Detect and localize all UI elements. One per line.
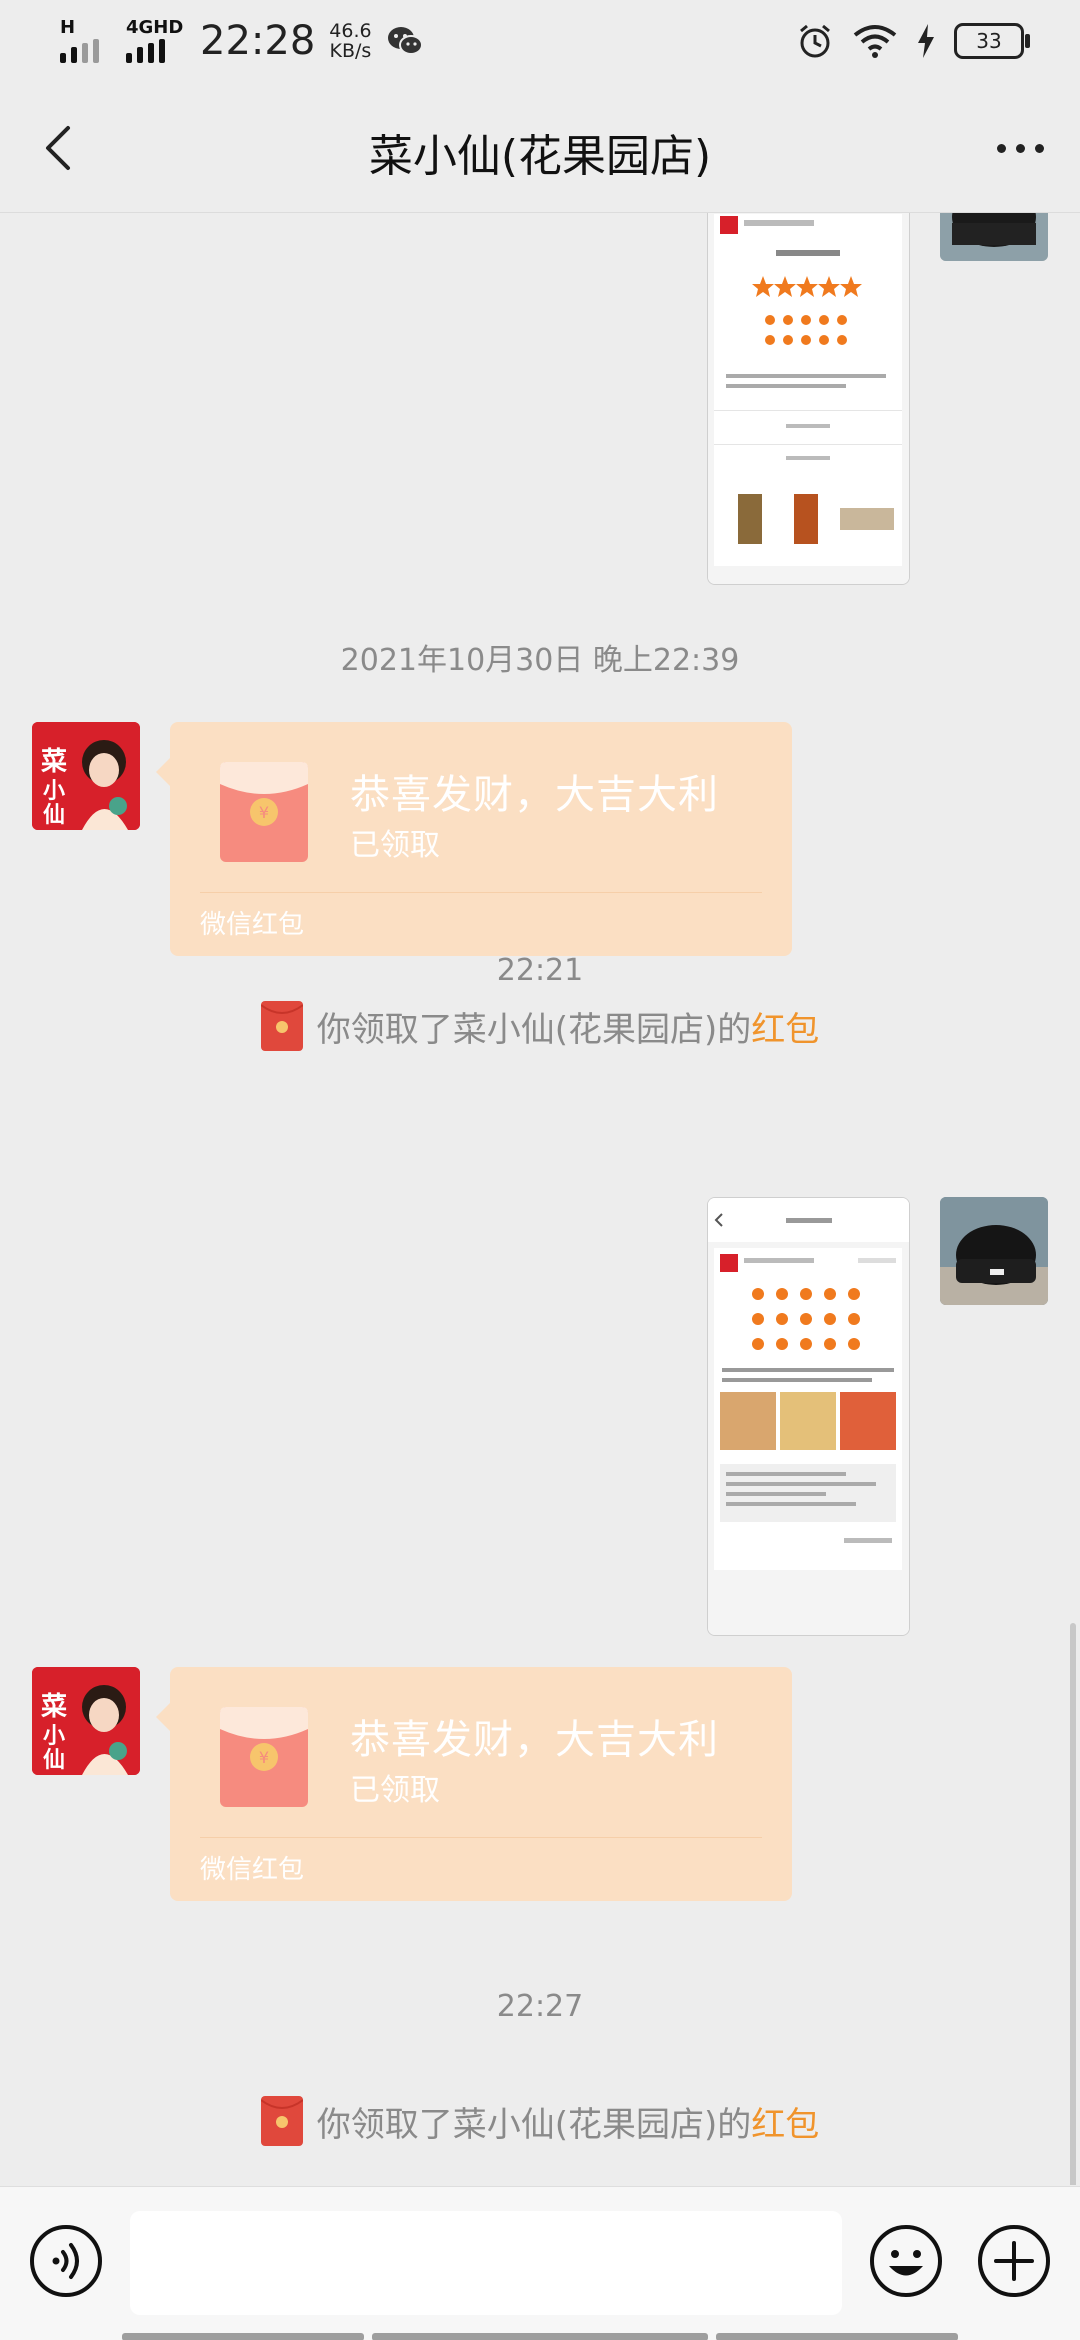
nav-bar: 菜小仙(花果园店) <box>0 84 1080 213</box>
red-packet-status: 已领取 <box>350 828 440 863</box>
hat-avatar-image <box>940 213 1048 261</box>
gesture-bar <box>372 2333 708 2340</box>
emoji-button[interactable] <box>868 2223 944 2299</box>
red-packet-message[interactable]: ¥ 恭喜发财，大吉大利 已领取 微信红包 <box>156 722 792 956</box>
svg-text:¥: ¥ <box>259 803 269 822</box>
divider <box>200 1837 762 1838</box>
more-dot <box>1034 143 1044 153</box>
voice-button[interactable] <box>28 2223 104 2299</box>
svg-text:菜: 菜 <box>40 747 67 777</box>
hat-avatar-image <box>940 1197 1048 1305</box>
timestamp: 22:21 <box>496 953 584 988</box>
image-message-2[interactable] <box>707 1197 910 1636</box>
system-notice: 你领取了菜小仙(花果园店)的 红包 <box>0 2096 1080 2146</box>
timestamp: 2021年10月30日 晚上22:39 <box>340 643 740 678</box>
svg-text:小: 小 <box>43 779 65 804</box>
gesture-bar <box>122 2333 364 2340</box>
charging-icon <box>918 24 934 58</box>
red-packet-small-icon <box>260 2096 303 2146</box>
merchant-avatar[interactable]: 菜 小 仙 <box>32 722 140 830</box>
wechat-icon <box>387 27 423 55</box>
more-button[interactable] <box>988 120 1052 176</box>
chat-area[interactable]: 2021年10月30日 晚上22:39 菜 小 仙 ¥ 恭喜发财，大吉大利 已领… <box>0 213 1080 2185</box>
timestamp: 22:27 <box>496 1989 584 2024</box>
notice-text: 你领取了菜小仙(花果园店)的 <box>316 2104 752 2145</box>
battery-indicator: 33 <box>954 23 1030 59</box>
merchant-logo-image: 菜 小 仙 <box>32 1667 140 1775</box>
more-functions-button[interactable] <box>976 2223 1052 2299</box>
red-packet-brand: 微信红包 <box>200 910 305 940</box>
svg-text:菜: 菜 <box>40 1692 67 1722</box>
scrollbar[interactable] <box>1070 1623 1076 2185</box>
signal-icon-2: 4GHD <box>122 17 183 63</box>
gesture-bar <box>716 2333 958 2340</box>
red-packet-small-icon <box>260 1001 303 1051</box>
alarm-icon <box>800 24 830 58</box>
merchant-avatar[interactable]: 菜 小 仙 <box>32 1667 140 1775</box>
my-avatar[interactable] <box>940 1197 1048 1305</box>
message-input[interactable] <box>130 2211 842 2315</box>
plus-icon <box>978 2225 1050 2297</box>
red-packet-status: 已领取 <box>350 1773 440 1808</box>
emoji-icon <box>870 2225 942 2297</box>
review-screenshot-image <box>708 1198 909 1635</box>
svg-text:仙: 仙 <box>43 802 65 828</box>
system-notice: 你领取了菜小仙(花果园店)的 红包 <box>0 1001 1080 1051</box>
red-packet-icon: ¥ <box>220 762 308 862</box>
red-packet-brand: 微信红包 <box>200 1855 305 1885</box>
merchant-logo-image: 菜 小 仙 <box>32 722 140 830</box>
signal-icon: H <box>56 17 108 63</box>
divider <box>200 892 762 893</box>
input-bar <box>0 2186 1080 2340</box>
my-avatar[interactable] <box>940 213 1048 261</box>
voice-icon <box>30 2225 102 2297</box>
notice-text: 你领取了菜小仙(花果园店)的 <box>316 1009 752 1050</box>
status-bar: H 4GHD 22:28 46.6 KB/s 33 <box>0 0 1080 84</box>
more-dot <box>996 143 1006 153</box>
red-packet-message[interactable]: ¥ 恭喜发财，大吉大利 已领取 微信红包 <box>156 1667 792 1901</box>
wifi-icon <box>853 25 897 58</box>
chat-title: 菜小仙(花果园店) <box>368 131 712 182</box>
svg-text:¥: ¥ <box>259 1748 269 1767</box>
chat-screen: H 4GHD 22:28 46.6 KB/s 33 菜小仙(花果园店) 2021… <box>0 0 1080 2340</box>
red-packet-link[interactable]: 红包 <box>751 1002 819 1051</box>
red-packet-wish: 恭喜发财，大吉大利 <box>350 1717 719 1763</box>
red-packet-icon: ¥ <box>220 1707 308 1807</box>
image-message-1[interactable] <box>707 213 910 585</box>
net-speed: 46.6 KB/s <box>329 20 372 62</box>
svg-text:仙: 仙 <box>43 1747 65 1773</box>
clock: 22:28 <box>200 18 316 64</box>
review-screenshot-image <box>708 213 909 584</box>
svg-text:小: 小 <box>43 1724 65 1749</box>
red-packet-wish: 恭喜发财，大吉大利 <box>350 772 719 818</box>
red-packet-link[interactable]: 红包 <box>751 2097 819 2146</box>
more-dot <box>1015 143 1025 153</box>
